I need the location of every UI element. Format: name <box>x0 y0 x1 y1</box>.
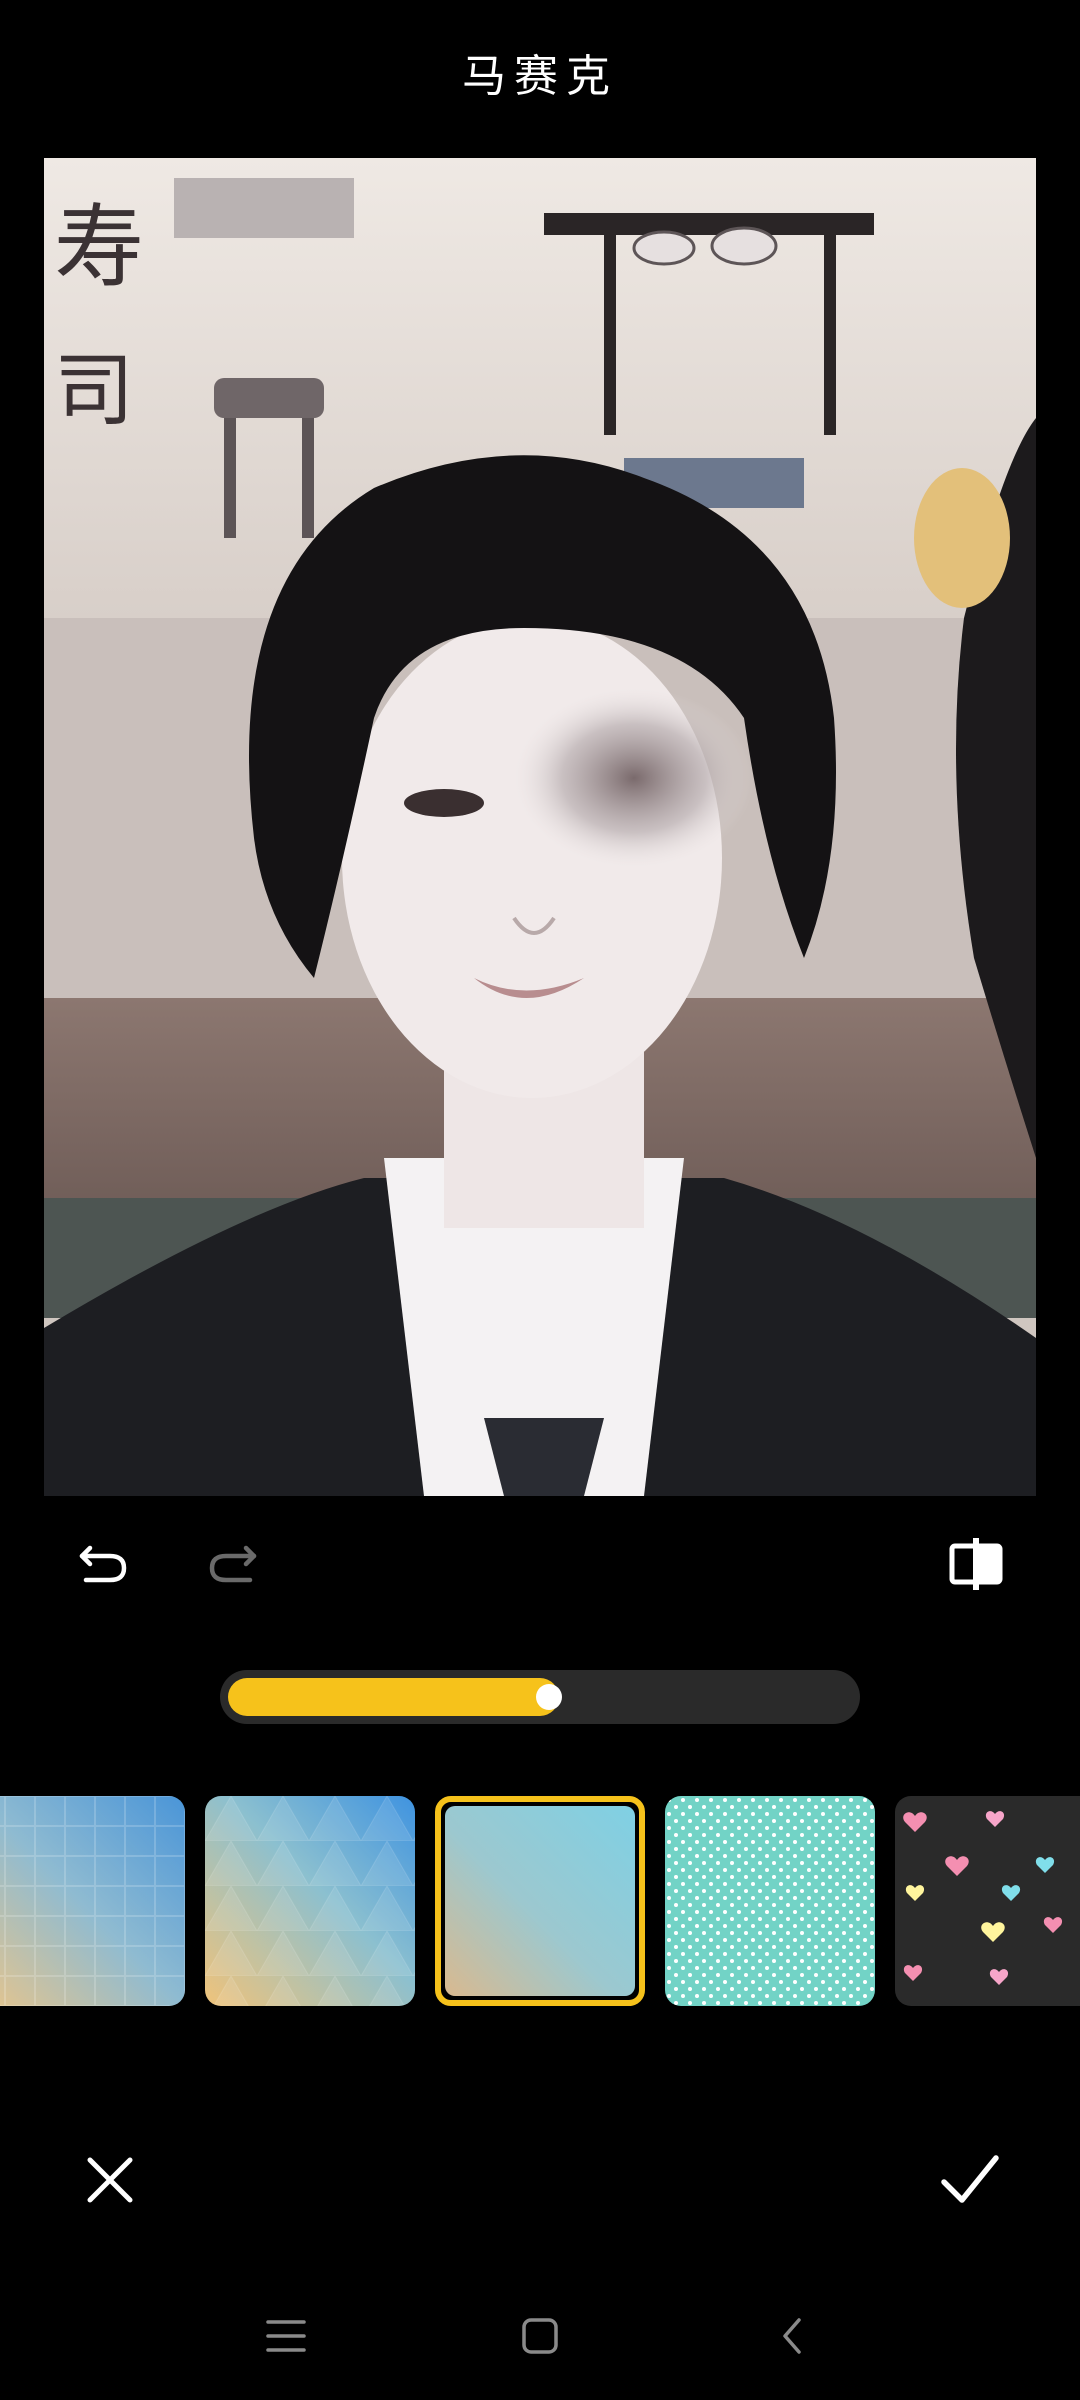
redo-icon <box>209 1545 257 1583</box>
slider-fill <box>228 1678 559 1716</box>
nav-menu-button[interactable] <box>250 2306 322 2366</box>
redo-button[interactable] <box>190 1520 274 1604</box>
hearts-pattern-icon <box>895 1796 1080 2006</box>
home-icon <box>522 2318 558 2354</box>
pattern-strip[interactable] <box>0 1796 1080 2006</box>
cancel-button[interactable] <box>70 2140 150 2220</box>
svg-text:寿: 寿 <box>54 195 144 300</box>
dots-pattern-icon <box>665 1796 875 2006</box>
undo-icon <box>79 1545 127 1583</box>
pattern-tile-dots[interactable] <box>665 1796 875 2006</box>
menu-icon <box>266 2320 306 2352</box>
confirm-button[interactable] <box>930 2140 1010 2220</box>
photo-image: 寿 司 <box>44 158 1036 1496</box>
nav-back-button[interactable] <box>760 2306 824 2366</box>
pixel-grid-pattern-icon <box>0 1796 185 2006</box>
photo-preview[interactable]: 寿 司 <box>44 158 1036 1496</box>
close-icon <box>87 2157 133 2203</box>
slider-thumb[interactable] <box>536 1684 562 1710</box>
check-icon <box>941 2155 999 2203</box>
compare-button[interactable] <box>934 1522 1018 1606</box>
undo-button[interactable] <box>62 1520 146 1604</box>
triangle-pattern-icon <box>205 1796 415 2006</box>
pattern-tile-hearts[interactable] <box>895 1796 1080 2006</box>
svg-text:司: 司 <box>54 344 134 437</box>
compare-icon <box>949 1538 1003 1590</box>
page-title: 马赛克 <box>462 51 618 102</box>
pattern-tile-gradient[interactable] <box>435 1796 645 2006</box>
gradient-pattern-icon <box>445 1806 635 1996</box>
pattern-tile-triangle[interactable] <box>205 1796 415 2006</box>
nav-home-button[interactable] <box>508 2306 572 2366</box>
pattern-tile-pixel-grid[interactable] <box>0 1796 185 2006</box>
back-icon <box>783 2318 801 2354</box>
intensity-slider[interactable] <box>220 1670 860 1724</box>
